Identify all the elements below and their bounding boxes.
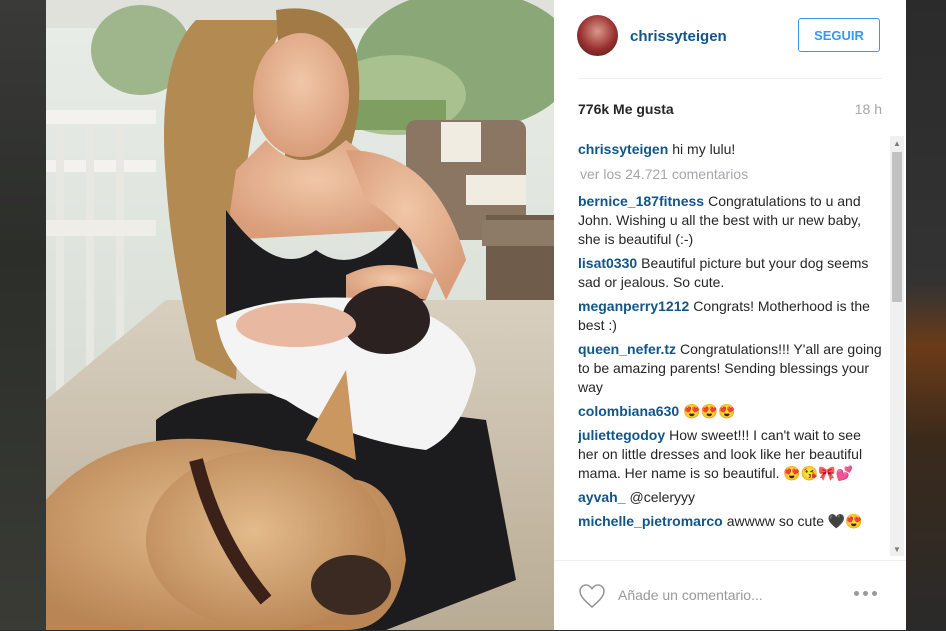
scroll-up-arrow-icon[interactable]: ▲ [890,136,904,150]
backdrop-right [906,0,946,630]
post-panel: chrissyteigen SEGUIR 776k Me gusta 18 h … [554,0,906,630]
comment-username[interactable]: meganperry1212 [578,298,689,314]
add-comment-input[interactable]: Añade un comentario... [618,583,808,607]
caption-username[interactable]: chrissyteigen [578,141,668,157]
post-photo [46,0,554,630]
comment-item: colombiana630 😍😍😍 [578,402,884,421]
scroll-thumb[interactable] [892,152,902,302]
post-header: chrissyteigen SEGUIR [554,0,906,76]
comment-item: juliettegodoy How sweet!!! I can't wait t… [578,426,884,483]
caption: chrissyteigen hi my lulu! [578,140,884,159]
more-options-icon[interactable] [854,591,884,599]
view-all-comments-link[interactable]: ver los 24.721 comentarios [578,165,884,184]
profile-avatar[interactable] [577,15,618,56]
comment-item: queen_nefer.tz Congratulations!!! Y'all a… [578,340,884,397]
comments-scrollbar[interactable]: ▲ ▼ [890,136,904,556]
comment-item: meganperry1212 Congrats! Motherhood is th… [578,297,884,335]
scroll-down-arrow-icon[interactable]: ▼ [890,542,904,556]
comment-item: bernice_187fitness Congratulations to u a… [578,192,884,249]
comment-username[interactable]: juliettegodoy [578,427,665,443]
comment-username[interactable]: bernice_187fitness [578,193,704,209]
comment-item: ayvah_ @celeryyy [578,488,884,507]
post-footer: Añade un comentario... [554,560,906,631]
header-divider [578,78,882,79]
backdrop-left [0,0,46,630]
comment-username[interactable]: ayvah_ [578,489,625,505]
post-username[interactable]: chrissyteigen [630,28,727,45]
comment-item: lisat0330 Beautiful picture but your dog … [578,254,884,292]
likes-count[interactable]: 776k Me gusta [578,101,674,117]
comment-item: michelle_pietromarco awwww so cute 🖤😍 [578,512,884,531]
post-timestamp[interactable]: 18 h [855,101,882,117]
comment-text: 😍😍😍 [683,403,736,419]
comment-username[interactable]: colombiana630 [578,403,679,419]
comments-list: chrissyteigen hi my lulu! ver los 24.721 … [578,140,884,560]
comment-username[interactable]: queen_nefer.tz [578,341,676,357]
caption-text: hi my lulu! [672,141,736,157]
heart-icon[interactable] [578,583,606,609]
comment-username[interactable]: lisat0330 [578,255,637,271]
comment-text: awwww so cute 🖤😍 [726,513,863,529]
comment-text: @celeryyy [629,489,696,505]
follow-button[interactable]: SEGUIR [798,18,880,52]
comment-username[interactable]: michelle_pietromarco [578,513,723,529]
